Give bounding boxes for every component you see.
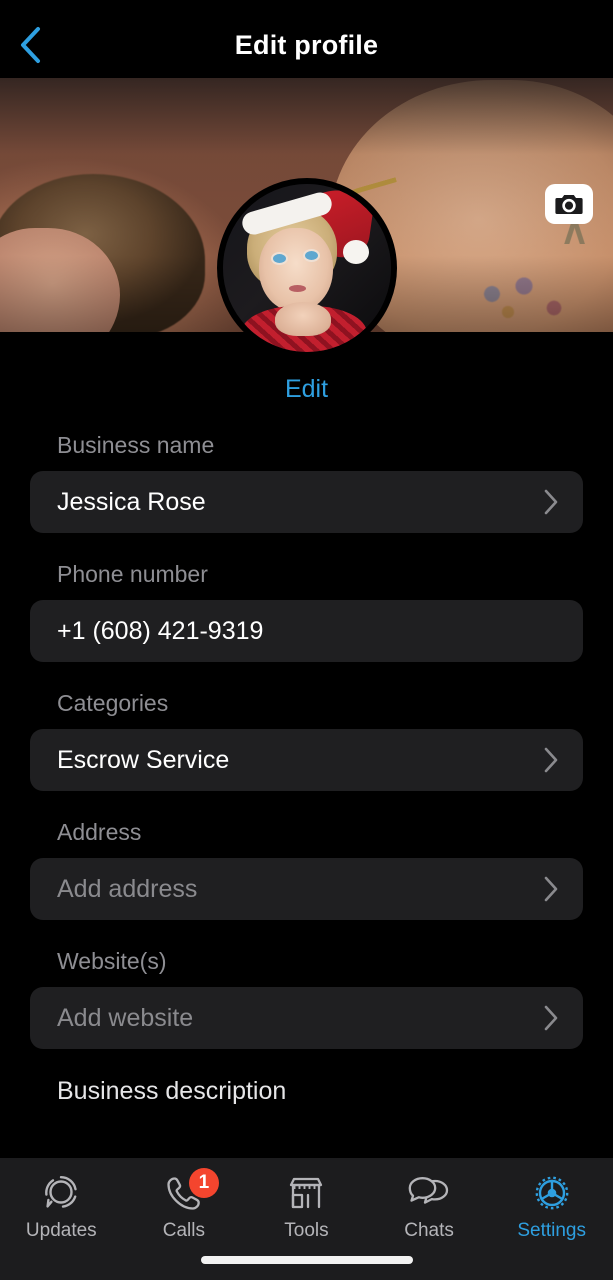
avatar-art (259, 228, 333, 312)
gear-icon (530, 1172, 574, 1214)
avatar[interactable] (217, 178, 397, 358)
tab-updates[interactable]: Updates (0, 1172, 123, 1242)
tab-tools[interactable]: Tools (245, 1172, 368, 1242)
tab-label: Chats (404, 1220, 454, 1241)
field-label: Phone number (57, 561, 208, 587)
avatar-art (273, 254, 286, 263)
calls-badge: 1 (188, 1168, 219, 1198)
avatar-art (275, 302, 331, 336)
field-placeholder: Add address (57, 874, 198, 903)
field-placeholder: Add website (57, 1003, 194, 1032)
business-description-label: Business description (57, 1077, 287, 1105)
categories-field[interactable]: Escrow Service (30, 729, 583, 791)
updates-status-icon (39, 1172, 83, 1214)
home-indicator[interactable] (200, 1256, 413, 1264)
field-group-categories: Categories Escrow Service (0, 690, 613, 791)
field-value: +1 (608) 421-9319 (57, 616, 264, 645)
edit-photo-link[interactable]: Edit (0, 375, 613, 404)
field-label: Website(s) (57, 948, 167, 974)
change-cover-photo-button[interactable] (545, 184, 593, 224)
chevron-right-icon (543, 1004, 559, 1032)
tab-chats[interactable]: Chats (368, 1172, 491, 1242)
cover-photo-art (0, 174, 205, 332)
business-name-field[interactable]: Jessica Rose (30, 471, 583, 533)
tab-settings[interactable]: Settings (490, 1172, 613, 1242)
navigation-bar: Edit profile (0, 0, 613, 78)
bottom-tab-bar: Updates 1 Calls Tools Chats Settings (0, 1158, 613, 1280)
camera-icon (555, 195, 583, 214)
tab-label: Calls (162, 1220, 205, 1241)
chat-bubbles-icon (407, 1172, 451, 1214)
field-group-business-name: Business name Jessica Rose (0, 432, 613, 533)
cover-photo-art (0, 228, 120, 332)
chevron-right-icon (543, 746, 559, 774)
tab-calls[interactable]: 1 Calls (123, 1168, 246, 1242)
tab-label: Updates (25, 1220, 97, 1241)
field-group-phone-number: Phone number +1 (608) 421-9319 (0, 561, 613, 662)
field-value: Escrow Service (57, 745, 230, 774)
field-group-address: Address Add address (0, 819, 613, 920)
website-field[interactable]: Add website (30, 987, 583, 1049)
chevron-right-icon (543, 875, 559, 903)
cover-photo-art (462, 254, 582, 332)
field-value: Jessica Rose (57, 487, 206, 516)
field-label: Address (57, 819, 142, 845)
storefront-icon (284, 1172, 328, 1214)
field-label: Categories (57, 690, 169, 716)
tab-label: Settings (517, 1220, 586, 1241)
app-screen: Edit profile Edit Business name Jessica … (0, 0, 613, 1280)
field-label: Business name (57, 432, 215, 458)
phone-icon: 1 (162, 1168, 219, 1214)
chevron-right-icon (543, 488, 559, 516)
page-title: Edit profile (234, 30, 379, 60)
avatar-art (305, 251, 318, 260)
avatar-art (289, 285, 306, 292)
field-group-website: Website(s) Add website (0, 948, 613, 1049)
address-field[interactable]: Add address (30, 858, 583, 920)
tab-label: Tools (284, 1220, 329, 1241)
phone-number-field[interactable]: +1 (608) 421-9319 (30, 600, 583, 662)
profile-form: Business name Jessica Rose Phone number … (0, 432, 613, 1106)
avatar-art (343, 240, 369, 264)
